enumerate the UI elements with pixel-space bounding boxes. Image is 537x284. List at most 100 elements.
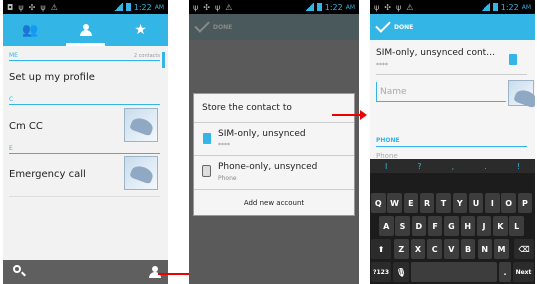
key-g[interactable]: G bbox=[444, 216, 459, 236]
suggestion-item[interactable]: . bbox=[484, 162, 487, 171]
done-button[interactable]: DONE bbox=[213, 24, 232, 31]
profile-label: Set up my profile bbox=[9, 71, 95, 83]
key-h[interactable]: H bbox=[460, 216, 475, 236]
tab-groups[interactable]: 👥 bbox=[3, 14, 58, 46]
clock: 1:22 bbox=[500, 2, 519, 12]
status-bar: ◘ ψ ✣ ψ ⚠ 1:22 AM bbox=[3, 0, 168, 14]
contact-avatar bbox=[124, 108, 158, 142]
battery-icon bbox=[492, 3, 498, 11]
option-sim[interactable]: SIM-only, unsynced **** bbox=[194, 123, 354, 155]
clock-ampm: AM bbox=[154, 3, 164, 11]
debug-icon: ✣ bbox=[384, 2, 391, 12]
add-contact-icon[interactable] bbox=[149, 266, 161, 278]
key-s[interactable]: S bbox=[395, 216, 410, 236]
status-bar: ψ ✣ ψ ⚠ 1:22 AM bbox=[370, 0, 535, 14]
option-label: SIM-only, unsynced bbox=[218, 129, 306, 139]
key-m[interactable]: M bbox=[494, 239, 509, 259]
sim-icon bbox=[509, 54, 517, 65]
key-x[interactable]: X bbox=[410, 239, 426, 259]
space-key[interactable] bbox=[411, 262, 497, 282]
done-button[interactable]: DONE bbox=[394, 24, 413, 31]
key-b[interactable]: B bbox=[460, 239, 476, 259]
section-header-e: E bbox=[9, 144, 160, 154]
key-y[interactable]: Y bbox=[452, 193, 467, 213]
key-q[interactable]: Q bbox=[371, 193, 386, 213]
battery-icon bbox=[316, 3, 322, 11]
option-sub: Phone bbox=[218, 175, 237, 182]
section-label: C bbox=[9, 96, 14, 103]
alert-icon: ⚠ bbox=[225, 2, 233, 12]
contact-photo[interactable] bbox=[508, 80, 534, 106]
suggestion-item[interactable]: ? bbox=[417, 162, 421, 171]
tab-contacts[interactable] bbox=[58, 14, 113, 46]
key-j[interactable]: J bbox=[476, 216, 492, 236]
key-i[interactable]: I bbox=[485, 193, 500, 213]
key-a[interactable]: A bbox=[379, 216, 394, 236]
key-k[interactable]: K bbox=[493, 216, 508, 236]
delete-key[interactable]: ⌫ bbox=[514, 239, 534, 259]
usb-icon-2: ψ bbox=[395, 2, 402, 12]
tab-favorites[interactable]: ★ bbox=[113, 14, 168, 46]
section-label: ME bbox=[9, 52, 18, 59]
key-f[interactable]: F bbox=[427, 216, 443, 236]
clock-ampm: AM bbox=[345, 3, 355, 11]
tutorial-stage: ◘ ψ ✣ ψ ⚠ 1:22 AM 👥 ★ ME 2 contacts Set up my … bbox=[0, 0, 537, 284]
alert-icon: ⚠ bbox=[406, 2, 414, 12]
shift-key[interactable]: ⬆ bbox=[371, 239, 391, 259]
key-o[interactable]: O bbox=[501, 193, 516, 213]
next-key[interactable]: Next bbox=[513, 262, 534, 282]
usb-icon-2: ψ bbox=[214, 2, 221, 12]
key-u[interactable]: U bbox=[468, 193, 484, 213]
key-t[interactable]: T bbox=[436, 193, 451, 213]
divider bbox=[376, 74, 527, 75]
star-icon: ★ bbox=[134, 22, 147, 38]
done-bar: DONE bbox=[189, 14, 359, 40]
add-account-button[interactable]: Add new account bbox=[194, 190, 354, 216]
key-n[interactable]: N bbox=[477, 239, 492, 259]
battery-icon bbox=[125, 3, 131, 11]
store-contact-screen: ψ ✣ ψ ⚠ 1:22 AM DONE Store the contact to SI… bbox=[189, 0, 359, 284]
mic-key[interactable]: 🎙 bbox=[393, 262, 409, 282]
suggestion-item[interactable]: ! bbox=[517, 162, 520, 171]
phone-section-header: PHONE bbox=[376, 137, 527, 147]
contact-name: Emergency call bbox=[9, 168, 86, 180]
account-label: SIM-only, unsynced cont… bbox=[376, 48, 496, 58]
list-divider bbox=[9, 196, 160, 197]
profile-row[interactable]: Set up my profile bbox=[9, 65, 160, 89]
scrollbar[interactable] bbox=[162, 52, 165, 68]
key-z[interactable]: Z bbox=[394, 239, 409, 259]
search-icon[interactable] bbox=[13, 265, 21, 273]
done-check-icon[interactable] bbox=[375, 17, 391, 33]
section-header-me: ME 2 contacts bbox=[9, 51, 160, 61]
done-check-icon[interactable] bbox=[194, 17, 210, 33]
status-bar: ψ ✣ ψ ⚠ 1:22 AM bbox=[189, 0, 359, 14]
suggestion-item[interactable]: , bbox=[452, 162, 455, 171]
key-v[interactable]: V bbox=[444, 239, 459, 259]
numbers-key[interactable]: ?123 bbox=[371, 262, 391, 282]
option-label: Phone-only, unsynced bbox=[218, 162, 318, 172]
suggestion-strip: I?,.! bbox=[370, 159, 535, 173]
debug-icon: ✣ bbox=[203, 2, 210, 12]
option-phone[interactable]: Phone-only, unsynced Phone bbox=[194, 156, 354, 188]
store-contact-dialog: Store the contact to SIM-only, unsynced … bbox=[193, 93, 355, 216]
contacts-tabs: 👥 ★ bbox=[3, 14, 168, 46]
contacts-screen: ◘ ψ ✣ ψ ⚠ 1:22 AM 👥 ★ ME 2 contacts Set up my … bbox=[3, 0, 168, 284]
key-c[interactable]: C bbox=[427, 239, 442, 259]
suggestion-item[interactable]: I bbox=[385, 162, 387, 171]
phone-icon bbox=[202, 165, 211, 177]
key-r[interactable]: R bbox=[419, 193, 435, 213]
sim-icon bbox=[203, 133, 211, 144]
section-label: E bbox=[9, 145, 13, 152]
signal-icon bbox=[304, 3, 314, 11]
notification-icon: ◘ bbox=[7, 2, 14, 12]
key-p[interactable]: P bbox=[517, 193, 533, 213]
key-e[interactable]: E bbox=[403, 193, 419, 213]
debug-icon: ✣ bbox=[28, 2, 36, 12]
key-l[interactable]: L bbox=[509, 216, 524, 236]
contact-icon bbox=[79, 24, 92, 36]
name-field[interactable]: Name bbox=[376, 82, 506, 102]
alert-icon: ⚠ bbox=[50, 2, 58, 12]
period-key[interactable]: . bbox=[499, 262, 511, 282]
key-d[interactable]: D bbox=[411, 216, 427, 236]
key-w[interactable]: W bbox=[387, 193, 402, 213]
